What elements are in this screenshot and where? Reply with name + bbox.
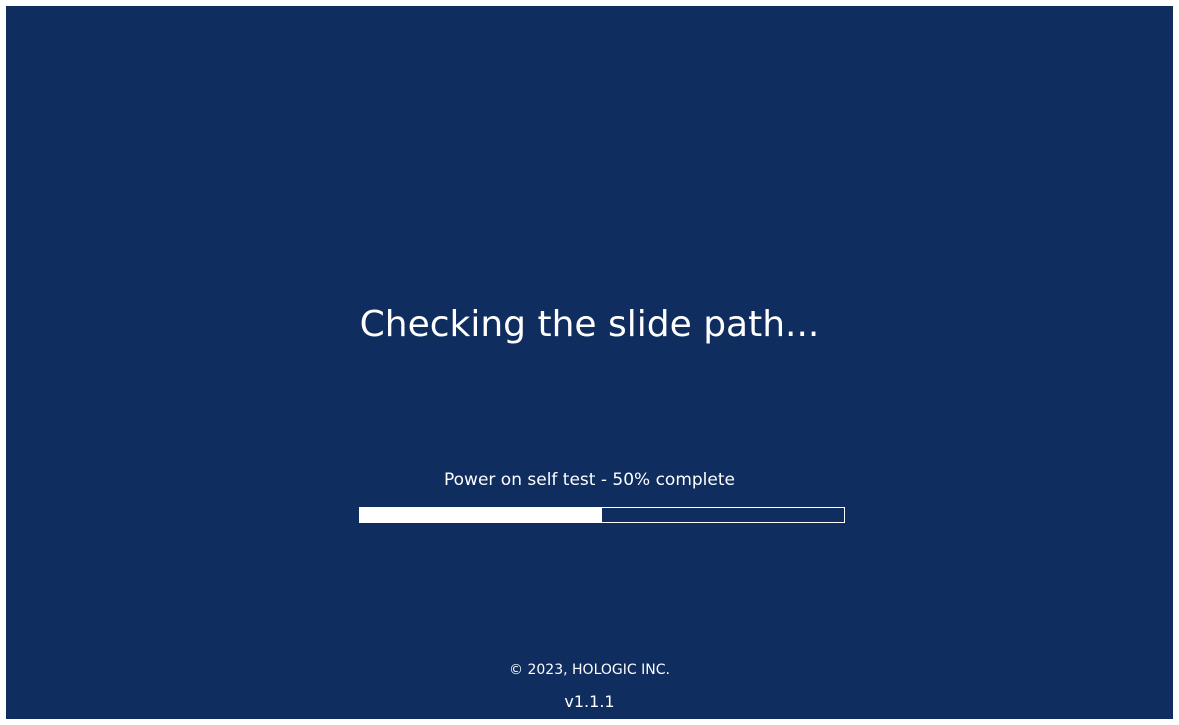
copyright-text: © 2023, HOLOGIC INC. bbox=[509, 662, 670, 678]
progress-bar bbox=[359, 507, 845, 523]
status-title: Checking the slide path... bbox=[359, 304, 820, 345]
progress-bar-fill bbox=[360, 508, 602, 522]
progress-label: Power on self test - 50% complete bbox=[444, 470, 735, 490]
boot-screen: Checking the slide path... Power on self… bbox=[6, 6, 1173, 719]
version-text: v1.1.1 bbox=[564, 692, 615, 711]
